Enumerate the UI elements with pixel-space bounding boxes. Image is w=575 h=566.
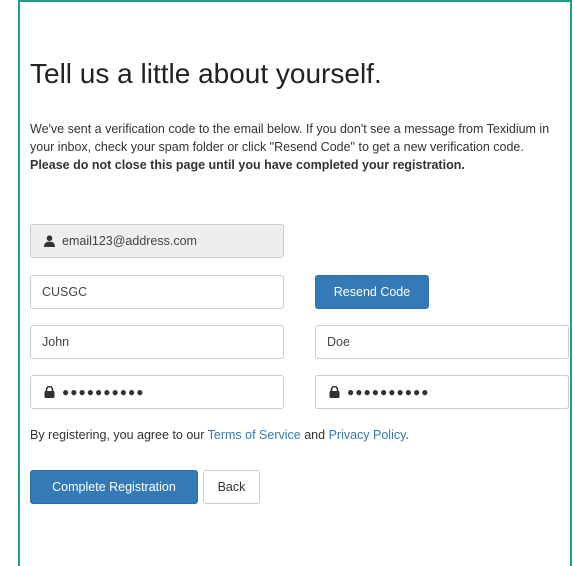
terms-notice: By registering, you agree to our Terms o… [30,428,409,442]
registration-panel: Tell us a little about yourself. We've s… [18,0,572,566]
terms-of-service-link[interactable]: Terms of Service [208,428,301,442]
confirm-password-input[interactable]: ●●●●●●●●●● [315,375,569,409]
verification-code-value: CUSGC [42,285,88,299]
back-button[interactable]: Back [203,470,260,504]
email-value: email123@address.com [62,234,197,248]
verification-code-input[interactable]: CUSGC [30,275,284,309]
page-title: Tell us a little about yourself. [30,58,382,89]
user-icon [42,234,56,248]
lock-icon [42,385,56,399]
confirm-password-mask: ●●●●●●●●●● [347,385,430,399]
password-mask: ●●●●●●●●●● [62,385,145,399]
intro-text: We've sent a verification code to the em… [30,122,550,154]
intro-message: We've sent a verification code to the em… [30,120,560,174]
intro-warning: Please do not close this page until you … [30,158,465,172]
first-name-value: John [42,335,70,349]
privacy-policy-link[interactable]: Privacy Policy [329,428,406,442]
resend-code-button[interactable]: Resend Code [315,275,429,309]
last-name-input[interactable]: Doe [315,325,569,359]
last-name-value: Doe [327,335,350,349]
terms-suffix: . [405,428,409,442]
terms-prefix: By registering, you agree to our [30,428,208,442]
complete-registration-button[interactable]: Complete Registration [30,470,198,504]
lock-icon [327,385,341,399]
first-name-input[interactable]: John [30,325,284,359]
email-field[interactable]: email123@address.com [30,224,284,258]
password-input[interactable]: ●●●●●●●●●● [30,375,284,409]
terms-and: and [300,428,329,442]
